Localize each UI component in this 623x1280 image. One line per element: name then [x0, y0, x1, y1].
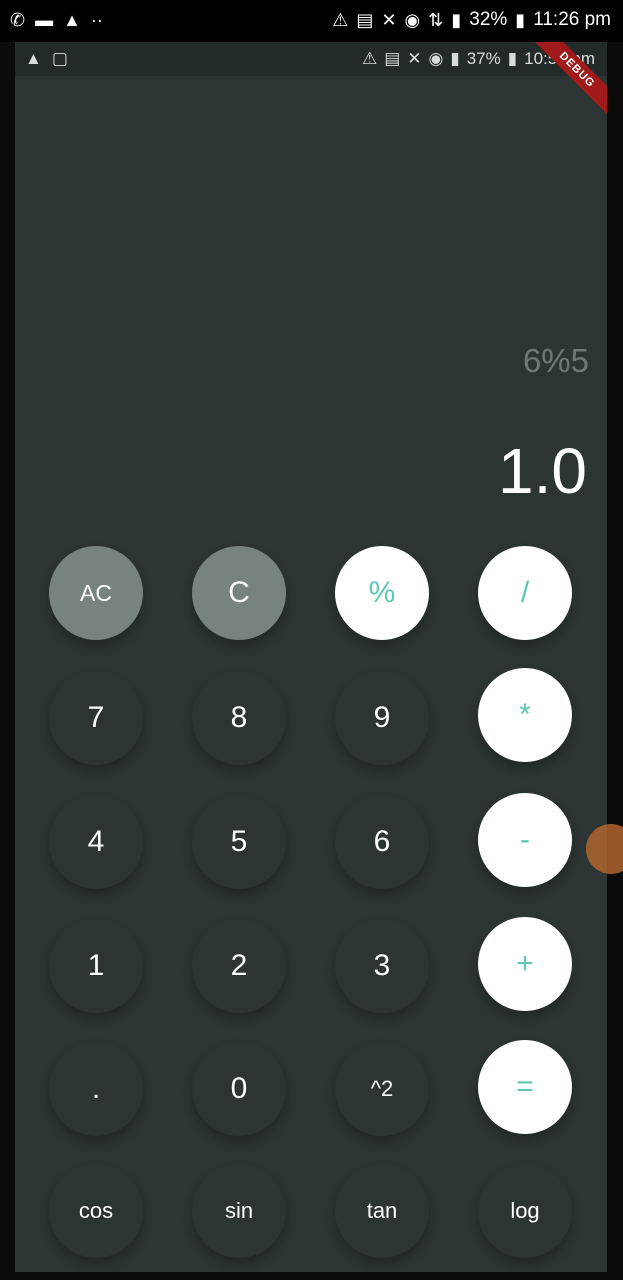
warning-icon: ▲: [63, 10, 81, 30]
alarm-icon: ◉: [428, 49, 444, 68]
percent-button[interactable]: %: [335, 546, 429, 640]
sin-button[interactable]: sin: [192, 1164, 286, 1258]
digit-8-button[interactable]: 8: [192, 671, 286, 765]
cos-button[interactable]: cos: [49, 1164, 143, 1258]
tan-button[interactable]: tan: [335, 1164, 429, 1258]
signal-icon: ▮: [451, 10, 462, 30]
digit-5-button[interactable]: 5: [192, 795, 286, 889]
network-icon: ⚠: [361, 49, 378, 68]
square-button[interactable]: ^2: [335, 1042, 429, 1136]
folder-icon: ▬: [35, 10, 54, 30]
cast-icon: ▤: [384, 49, 401, 68]
expression-display: 6%5: [522, 342, 589, 379]
log-button[interactable]: log: [478, 1164, 572, 1258]
mute-icon: ✕: [381, 10, 397, 30]
status-left: ✆ ▬ ▲ ··: [10, 9, 103, 31]
multiply-button[interactable]: *: [478, 668, 572, 762]
digit-1-button[interactable]: 1: [49, 919, 143, 1013]
device-status-bar: ✆ ▬ ▲ ·· ⚠ ▤ ✕ ◉ ⇅ ▮ 32% ▮ 11:26 pm: [0, 0, 623, 42]
equals-button[interactable]: =: [478, 1040, 572, 1134]
status-time: 11:26 pm: [533, 9, 611, 30]
warning-icon: ▲: [25, 49, 42, 68]
battery-icon: ▮: [515, 10, 526, 30]
digit-0-button[interactable]: 0: [192, 1042, 286, 1136]
data-icon: ⇅: [428, 10, 444, 30]
signal-icon: ▮: [450, 49, 460, 68]
digit-2-button[interactable]: 2: [192, 919, 286, 1013]
clear-button[interactable]: C: [192, 546, 286, 640]
battery-icon: ▮: [507, 49, 518, 68]
battery-percent: 37%: [466, 49, 501, 68]
plus-button[interactable]: +: [478, 917, 572, 1011]
dots-icon: ··: [90, 10, 103, 30]
digit-4-button[interactable]: 4: [49, 795, 143, 889]
clipboard-icon: ▢: [51, 49, 68, 68]
app-status-bar: ▲ ▢ ⚠ ▤ ✕ ◉ ▮ 37% ▮ 10:54 pm: [15, 42, 607, 76]
network-icon: ⚠: [332, 10, 349, 30]
result-display: 1.0: [498, 435, 587, 507]
status-right: ⚠ ▤ ✕ ◉ ⇅ ▮ 32% ▮ 11:26 pm: [332, 9, 611, 31]
cast-icon: ▤: [356, 10, 374, 30]
battery-percent: 32%: [469, 9, 508, 30]
calculator-app: ▲ ▢ ⚠ ▤ ✕ ◉ ▮ 37% ▮ 10:54 pm DEBUG 6%5 1…: [15, 42, 607, 1272]
clear-all-button[interactable]: AC: [49, 546, 143, 640]
digit-6-button[interactable]: 6: [335, 795, 429, 889]
digit-9-button[interactable]: 9: [335, 671, 429, 765]
digit-3-button[interactable]: 3: [335, 919, 429, 1013]
mute-icon: ✕: [407, 49, 422, 68]
minus-button[interactable]: -: [478, 793, 572, 887]
whatsapp-icon: ✆: [10, 10, 26, 30]
digit-7-button[interactable]: 7: [49, 671, 143, 765]
decimal-button[interactable]: .: [49, 1042, 143, 1136]
divide-button[interactable]: /: [478, 546, 572, 640]
alarm-icon: ◉: [404, 10, 421, 30]
